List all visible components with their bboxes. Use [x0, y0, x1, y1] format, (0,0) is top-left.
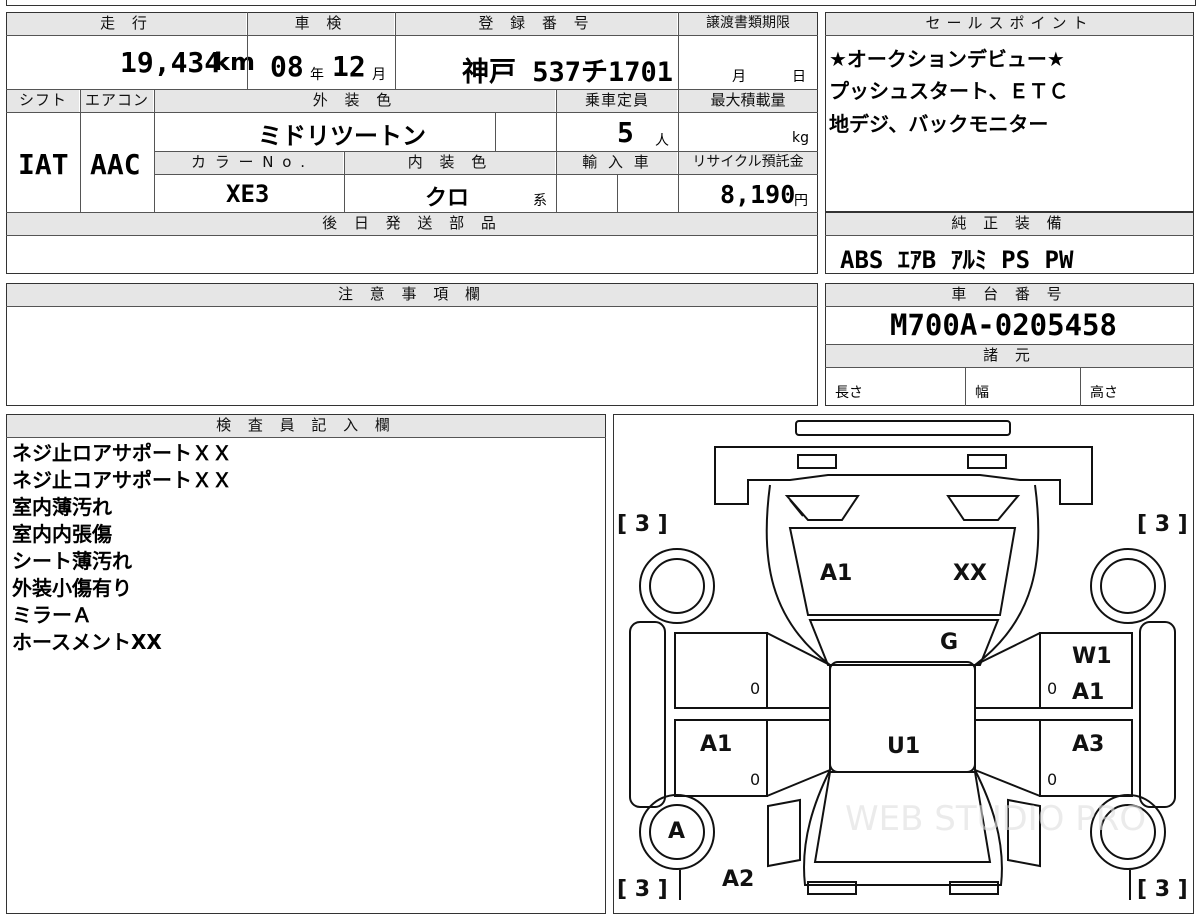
recycle-fee-value: 8,190 [720, 180, 796, 209]
inspector-note: シート薄汚れ [12, 549, 132, 573]
door-mark-lf: 0 [750, 679, 760, 698]
tire-fr-label: [ 3 ] [1137, 512, 1188, 537]
inspection-year: 08 [270, 50, 304, 83]
inspection-label: 車 検 [248, 13, 394, 35]
inspector-notes-list: ネジ止ロアサポートＸＸ ネジ止コアサポートＸＸ 室内薄汚れ 室内内張傷 シート薄… [12, 440, 232, 656]
hood-right-mark: XX [953, 561, 987, 586]
import-label: 輸 入 車 [557, 152, 677, 174]
left-rear-wheel-mark: A [668, 819, 685, 844]
watermark: WEB STUDIO PRO [845, 799, 1146, 839]
exterior-color-label: 外 装 色 [155, 90, 555, 112]
exterior-color-value: ミドリツートン [258, 122, 426, 150]
notes-label: 注 意 事 項 欄 [7, 284, 817, 306]
hood-left-mark: A1 [820, 561, 852, 586]
right-rear-door-mark: A3 [1072, 732, 1104, 757]
right-front-door-mark-1: W1 [1072, 644, 1112, 669]
standard-equipment-value: ABS ｴｱB ｱﾙﾐ PS PW [840, 246, 1074, 274]
width-label: 幅 [975, 385, 989, 401]
right-front-door-mark-2: A1 [1072, 680, 1104, 705]
chassis-number: M700A-0205458 [890, 308, 1117, 342]
tire-fl-label: [ 3 ] [617, 512, 668, 537]
interior-color-value: クロ [425, 186, 470, 211]
capacity-unit: 人 [655, 133, 669, 149]
later-parts-label: 後 日 発 送 部 品 [7, 213, 817, 235]
door-mark-lr: 0 [750, 770, 760, 789]
color-no-label: カ ラ ー N o . [155, 152, 343, 174]
left-rear-door-mark: A1 [700, 732, 732, 757]
registration-label: 登 録 番 号 [396, 13, 677, 35]
deadline-month-unit: 月 [732, 69, 746, 85]
aircon-label: エアコン [81, 90, 153, 112]
sales-point-3: 地デジ、バックモニター [829, 112, 1049, 136]
sales-point-1: ★オークションデビュー★ [829, 47, 1065, 71]
tire-rr-label: [ 3 ] [1137, 877, 1188, 900]
aircon-value: AAC [90, 148, 141, 181]
top-strip [6, 0, 1196, 6]
transfer-deadline-label: 譲渡書類期限 [679, 13, 817, 35]
inspector-label: 検 査 員 記 入 欄 [7, 415, 605, 437]
roof-mark: U1 [887, 734, 920, 759]
mileage-value: 19,434 [120, 46, 222, 79]
mileage-unit: km [214, 48, 255, 76]
interior-suffix: 系 [533, 193, 547, 209]
chassis-label: 車 台 番 号 [826, 284, 1193, 306]
standard-equipment-label: 純 正 装 備 [826, 213, 1193, 235]
inspector-note: 室内内張傷 [12, 522, 112, 546]
recycle-label: リサイクル預託金 [679, 152, 817, 174]
left-quarter-mark: A2 [722, 867, 754, 892]
shift-label: シフト [7, 90, 79, 112]
door-mark-rr: 0 [1047, 770, 1057, 789]
color-no-value: XE3 [226, 180, 270, 208]
specs-label: 諸 元 [826, 345, 1193, 367]
inspection-month: 12 [332, 50, 366, 83]
length-label: 長さ [835, 385, 863, 401]
month-unit: 月 [372, 67, 386, 83]
mileage-label: 走 行 [7, 13, 246, 35]
inspector-note: 外装小傷有り [12, 576, 132, 600]
capacity-value: 5 [617, 116, 634, 149]
inspector-note: ミラーＡ [12, 603, 92, 627]
max-load-label: 最大積載量 [679, 90, 817, 112]
inspector-note: 室内薄汚れ [12, 495, 112, 519]
load-unit: kg [792, 130, 809, 146]
car-damage-diagram: [ 3 ] [ 3 ] [ 3 ] [ 3 ] A1 XX G W1 A1 A1… [617, 420, 1188, 900]
shift-value: IAT [18, 148, 69, 181]
inspector-note: ネジ止ロアサポートＸＸ [12, 441, 232, 465]
capacity-label: 乗車定員 [557, 90, 677, 112]
inspector-note: ホースメントXX [12, 630, 162, 654]
inspector-note: ネジ止コアサポートＸＸ [12, 468, 232, 492]
windshield-mark: G [940, 630, 958, 655]
registration-plate: 神戸 537チ1701 [462, 57, 674, 88]
sales-point-2: プッシュスタート、ＥＴＣ [829, 79, 1069, 103]
year-unit: 年 [310, 67, 324, 83]
tire-rl-label: [ 3 ] [617, 877, 668, 900]
height-label: 高さ [1090, 385, 1118, 401]
recycle-unit: 円 [794, 193, 808, 209]
interior-color-label: 内 装 色 [345, 152, 555, 174]
deadline-day-unit: 日 [792, 69, 806, 85]
sales-points-label: セールスポイント [826, 13, 1193, 35]
door-mark-rf: 0 [1047, 679, 1057, 698]
